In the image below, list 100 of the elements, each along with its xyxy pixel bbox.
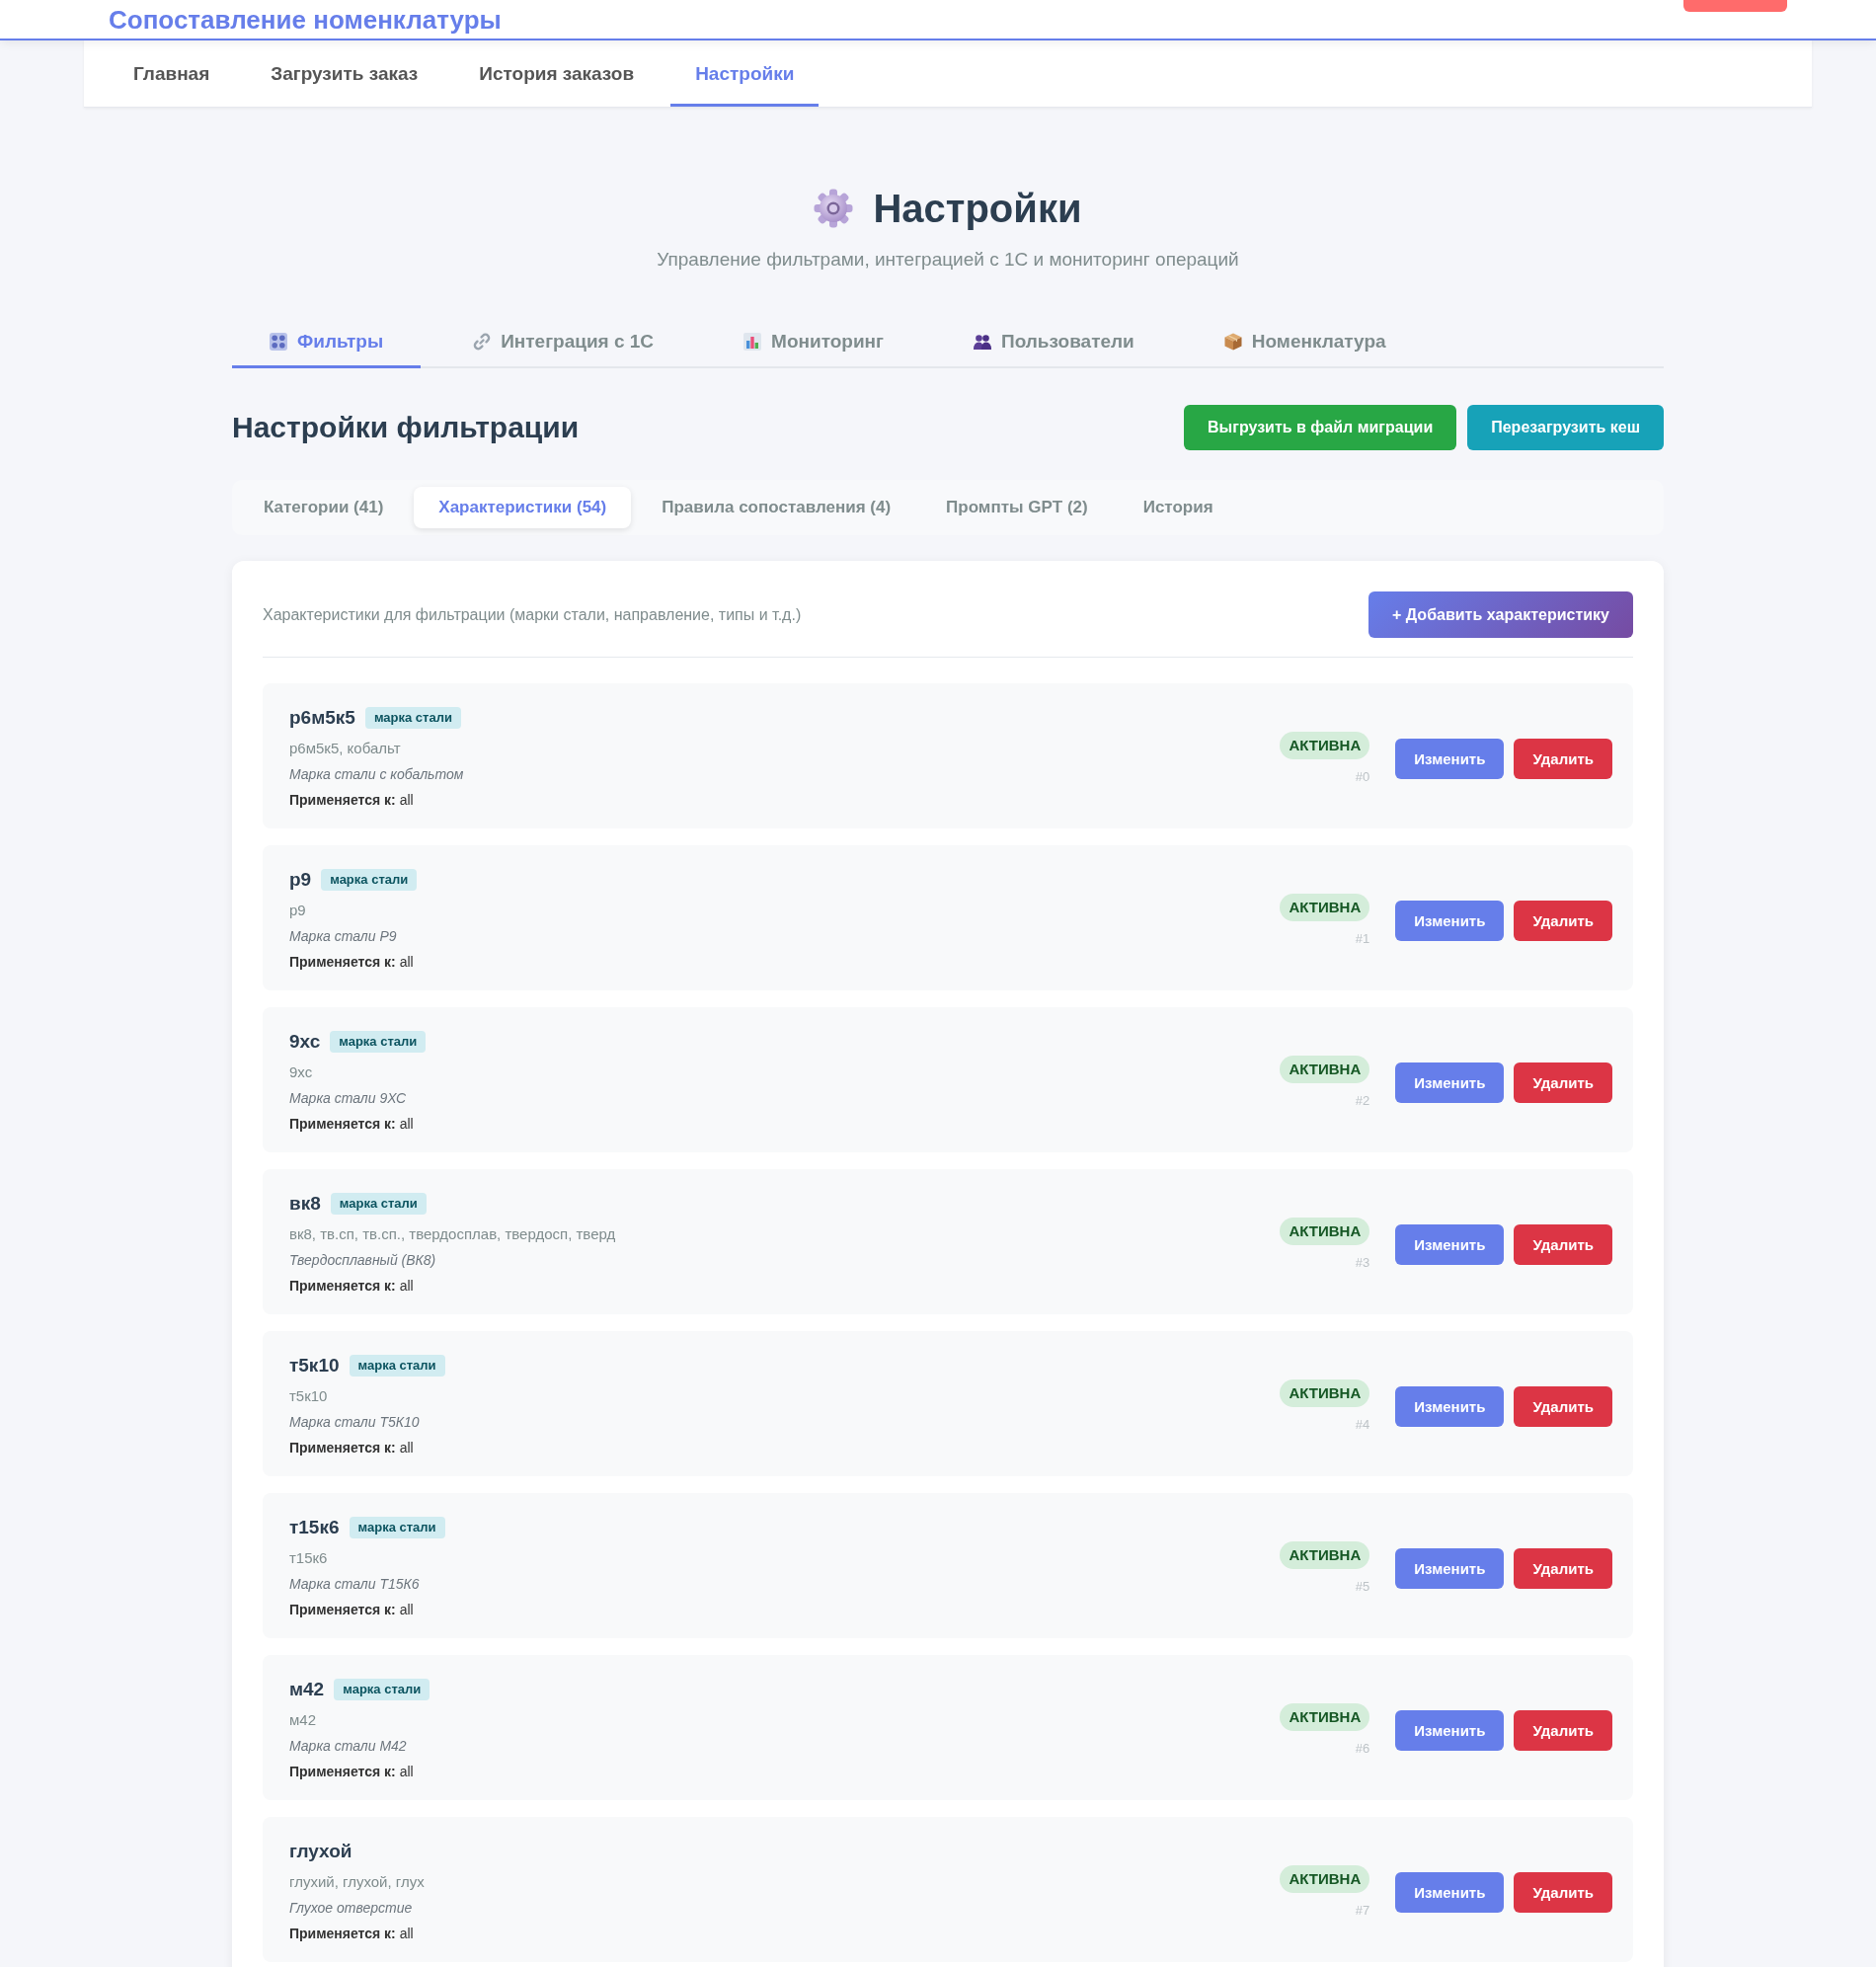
- status-badge: АКТИВНА: [1280, 732, 1370, 759]
- filter-subtab[interactable]: История: [1118, 487, 1238, 528]
- edit-button[interactable]: Изменить: [1395, 1385, 1505, 1427]
- delete-button[interactable]: Удалить: [1514, 738, 1612, 779]
- status-badge: АКТИВНА: [1280, 1218, 1370, 1245]
- synonyms-text: глухий, глухой, глух: [289, 1872, 425, 1892]
- page-subtitle: Управление фильтрами, интеграцией с 1С и мониторинг операций: [656, 248, 1240, 272]
- description-text: Марка стали Т5К10: [289, 1413, 421, 1432]
- applies-to-text: Применяется к: all: [289, 1925, 415, 1943]
- nav-tab[interactable]: Главная: [109, 40, 235, 107]
- description-text: Марка стали с кобальтом: [289, 765, 464, 784]
- type-tag: марка стали: [321, 869, 418, 891]
- characteristic-name: 9хс: [289, 1031, 321, 1053]
- delete-button[interactable]: Удалить: [1514, 1871, 1612, 1913]
- nav-tab[interactable]: Загрузить заказ: [246, 40, 443, 107]
- page-title: Настройки: [873, 186, 1082, 232]
- export-button[interactable]: Выгрузить в файл миграции: [1184, 405, 1457, 450]
- description-text: Марка стали 9ХС: [289, 1089, 408, 1108]
- index-number: #6: [1355, 1741, 1370, 1757]
- type-tag: марка стали: [330, 1031, 427, 1053]
- add-characteristic-button[interactable]: + Добавить характеристику: [1368, 591, 1633, 638]
- edit-button[interactable]: Изменить: [1395, 1223, 1505, 1265]
- status-badge: АКТИВНА: [1280, 1703, 1370, 1731]
- type-tag: марка стали: [349, 1517, 445, 1538]
- delete-button[interactable]: Удалить: [1514, 1223, 1612, 1265]
- index-number: #4: [1355, 1417, 1370, 1433]
- edit-button[interactable]: Изменить: [1395, 900, 1505, 941]
- reload-cache-button[interactable]: Перезагрузить кеш: [1467, 405, 1664, 450]
- delete-button[interactable]: Удалить: [1514, 1547, 1612, 1589]
- index-number: #0: [1355, 769, 1370, 785]
- control-panel-icon: [270, 332, 287, 351]
- gear-icon: [814, 189, 854, 228]
- characteristic-name: м42: [289, 1679, 325, 1700]
- users-icon: [974, 333, 991, 350]
- index-number: #1: [1355, 931, 1370, 947]
- panel-description: Характеристики для фильтрации (марки стали, направление, типы и т.д.): [263, 605, 802, 624]
- edit-button[interactable]: Изменить: [1395, 1547, 1505, 1589]
- settings-tab[interactable]: Интеграция с 1С: [435, 314, 692, 368]
- filter-subtab[interactable]: Категории (41): [239, 487, 409, 528]
- edit-button[interactable]: Изменить: [1395, 1871, 1505, 1913]
- status-badge: АКТИВНА: [1280, 1379, 1370, 1407]
- synonyms-text: р9: [289, 901, 307, 920]
- nav-tab[interactable]: Настройки: [670, 40, 820, 107]
- applies-to-text: Применяется к: all: [289, 1277, 415, 1296]
- filter-subtab[interactable]: Промпты GPT (2): [921, 487, 1113, 528]
- description-text: Марка стали Т15К6: [289, 1575, 421, 1594]
- description-text: Марка стали Р9: [289, 927, 398, 946]
- delete-button[interactable]: Удалить: [1514, 1385, 1612, 1427]
- applies-to-text: Применяется к: all: [289, 1439, 415, 1457]
- applies-to-text: Применяется к: all: [289, 1601, 415, 1619]
- status-badge: АКТИВНА: [1280, 894, 1370, 921]
- edit-button[interactable]: Изменить: [1395, 1062, 1505, 1103]
- description-text: Марка стали М42: [289, 1737, 408, 1756]
- synonyms-text: т15к6: [289, 1548, 329, 1568]
- description-text: Твердосплавный (ВК8): [289, 1251, 437, 1270]
- box-icon: [1223, 332, 1242, 351]
- type-tag: марка стали: [334, 1679, 430, 1700]
- settings-tab[interactable]: Мониторинг: [706, 314, 921, 368]
- app-title: Сопоставление номенклатуры: [109, 4, 502, 35]
- settings-tab[interactable]: Пользователи: [936, 314, 1172, 368]
- delete-button[interactable]: Удалить: [1514, 900, 1612, 941]
- synonyms-text: вк8, тв.сп, тв.сп., твердосплав, твердосп, тверд: [289, 1224, 616, 1244]
- link-icon: [473, 332, 492, 351]
- characteristic-name: глухой: [289, 1841, 352, 1862]
- synonyms-text: т5к10: [289, 1386, 329, 1406]
- status-badge: АКТИВНА: [1280, 1056, 1370, 1083]
- type-tag: марка стали: [364, 707, 461, 729]
- description-text: Глухое отверстие: [289, 1899, 414, 1918]
- characteristic-name: т5к10: [289, 1355, 340, 1377]
- applies-to-text: Применяется к: all: [289, 791, 415, 810]
- synonyms-text: р6м5к5, кобальт: [289, 739, 402, 758]
- index-number: #7: [1355, 1903, 1370, 1919]
- header-button[interactable]: [1683, 0, 1787, 12]
- applies-to-text: Применяется к: all: [289, 1115, 415, 1134]
- filter-subtab[interactable]: Характеристики (54): [414, 487, 632, 528]
- type-tag: марка стали: [330, 1193, 427, 1215]
- type-tag: марка стали: [349, 1355, 445, 1377]
- synonyms-text: м42: [289, 1710, 317, 1730]
- characteristic-name: р9: [289, 869, 312, 891]
- edit-button[interactable]: Изменить: [1395, 1709, 1505, 1751]
- index-number: #2: [1355, 1093, 1370, 1109]
- bar-chart-icon: [743, 332, 762, 351]
- characteristic-name: т15к6: [289, 1517, 340, 1538]
- delete-button[interactable]: Удалить: [1514, 1062, 1612, 1103]
- synonyms-text: 9хс: [289, 1062, 314, 1082]
- delete-button[interactable]: Удалить: [1514, 1709, 1612, 1751]
- applies-to-text: Применяется к: all: [289, 1763, 415, 1781]
- characteristic-name: р6м5к5: [289, 707, 355, 729]
- index-number: #3: [1355, 1255, 1370, 1271]
- status-badge: АКТИВНА: [1280, 1541, 1370, 1569]
- applies-to-text: Применяется к: all: [289, 953, 415, 972]
- nav-tab[interactable]: История заказов: [454, 40, 660, 107]
- status-badge: АКТИВНА: [1280, 1865, 1370, 1893]
- characteristic-name: вк8: [289, 1193, 321, 1215]
- section-title: Настройки фильтрации: [232, 411, 580, 444]
- settings-tab[interactable]: Фильтры: [232, 314, 422, 368]
- filter-subtab[interactable]: Правила сопоставления (4): [637, 487, 916, 528]
- settings-tab[interactable]: Номенклатура: [1186, 314, 1424, 368]
- index-number: #5: [1355, 1579, 1370, 1595]
- edit-button[interactable]: Изменить: [1395, 738, 1505, 779]
